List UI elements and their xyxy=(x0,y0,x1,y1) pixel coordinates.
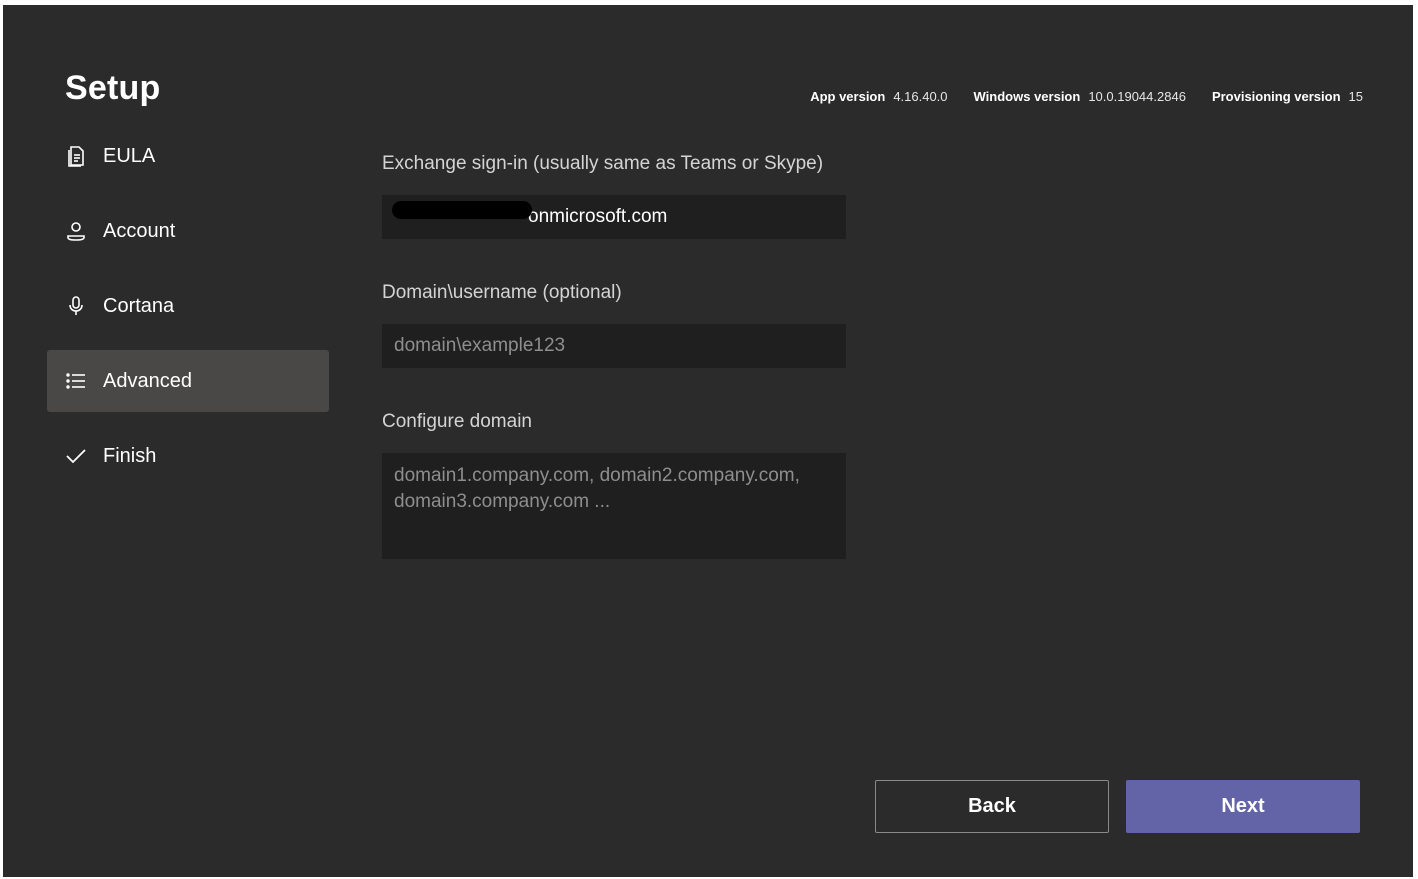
nav-label-finish: Finish xyxy=(103,444,157,467)
exchange-signin-wrapper xyxy=(382,195,846,239)
nav-item-account[interactable]: Account xyxy=(47,200,329,262)
document-icon xyxy=(65,145,87,167)
provisioning-version-label: Provisioning version xyxy=(1211,89,1341,104)
checkmark-icon xyxy=(65,445,87,467)
app-version-label: App version xyxy=(810,89,886,104)
next-button[interactable]: Next xyxy=(1126,780,1360,833)
nav-label-account: Account xyxy=(103,219,176,242)
microphone-icon xyxy=(65,295,87,317)
page-title: Setup xyxy=(65,69,161,107)
person-icon xyxy=(65,220,87,242)
configure-domain-input[interactable] xyxy=(382,453,846,559)
nav-item-cortana[interactable]: Cortana xyxy=(47,275,329,337)
configure-domain-label: Configure domain xyxy=(382,411,532,432)
version-info: App version 4.16.40.0 Windows version 10… xyxy=(810,89,1363,104)
app-version-value: 4.16.40.0 xyxy=(893,89,948,104)
advanced-form: Exchange sign-in (usually same as Teams … xyxy=(382,151,846,559)
windows-version: Windows version 10.0.19044.2846 xyxy=(974,89,1186,104)
provisioning-version: Provisioning version 15 xyxy=(1212,89,1363,104)
provisioning-version-value: 15 xyxy=(1348,89,1363,104)
setup-nav: EULA Account Cortana Advanced Finish xyxy=(47,125,329,500)
exchange-signin-label: Exchange sign-in (usually same as Teams … xyxy=(382,153,824,174)
list-icon xyxy=(65,370,87,392)
redaction-mark xyxy=(392,201,532,219)
windows-version-label: Windows version xyxy=(973,89,1081,104)
nav-label-advanced: Advanced xyxy=(103,369,192,392)
setup-screen: Setup App version 4.16.40.0 Windows vers… xyxy=(3,5,1413,877)
nav-item-advanced[interactable]: Advanced xyxy=(47,350,329,412)
domain-username-label: Domain\username (optional) xyxy=(382,282,622,303)
nav-item-eula[interactable]: EULA xyxy=(47,125,329,187)
domain-username-input[interactable] xyxy=(382,324,846,368)
app-version: App version 4.16.40.0 xyxy=(810,89,947,104)
back-button[interactable]: Back xyxy=(875,780,1109,833)
nav-item-finish[interactable]: Finish xyxy=(47,425,329,487)
nav-label-eula: EULA xyxy=(103,144,156,167)
nav-label-cortana: Cortana xyxy=(103,294,175,317)
windows-version-value: 10.0.19044.2846 xyxy=(1088,89,1186,104)
